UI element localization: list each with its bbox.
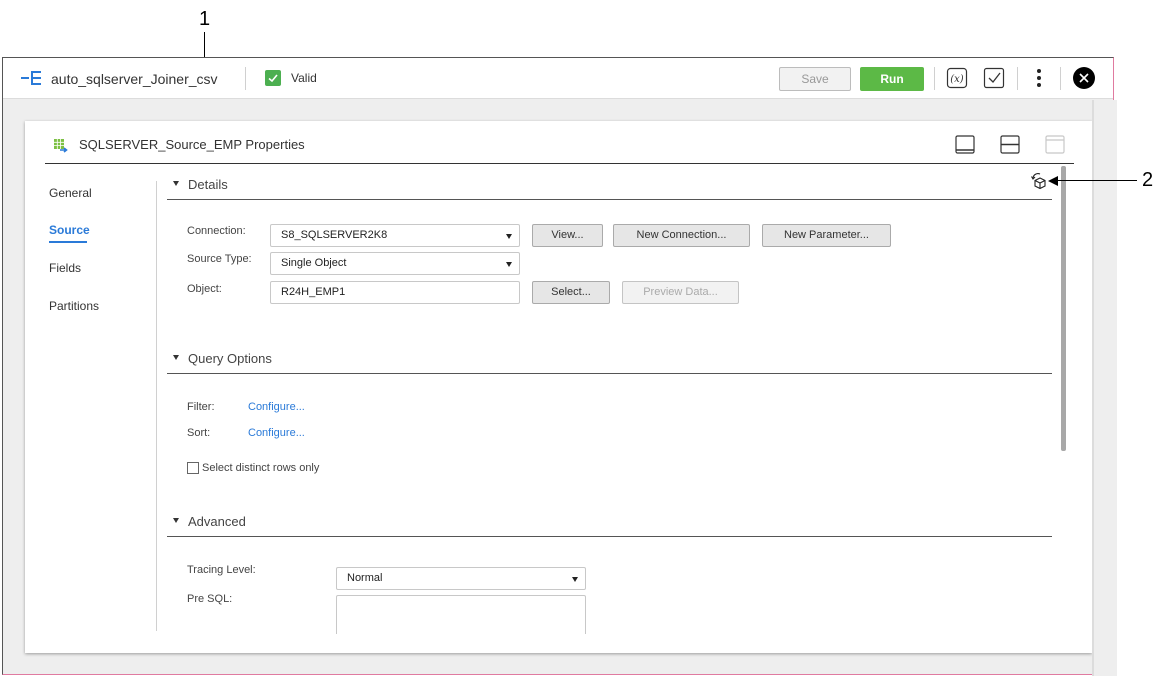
- view-button[interactable]: View...: [532, 224, 603, 247]
- caret-down-icon: [506, 234, 512, 239]
- separator: [245, 67, 246, 90]
- details-section-header[interactable]: Details: [167, 168, 1052, 200]
- connection-value: S8_SQLSERVER2K8: [281, 229, 388, 241]
- source-table-icon: [54, 139, 68, 153]
- app-window: auto_sqlserver_Joiner_csv Valid Save Run…: [2, 57, 1117, 676]
- pre-sql-label: Pre SQL:: [187, 593, 233, 605]
- callout-1-number: 1: [199, 8, 211, 30]
- select-object-button[interactable]: Select...: [532, 281, 610, 304]
- nav-item-partitions[interactable]: Partitions: [49, 299, 99, 313]
- new-parameter-button[interactable]: New Parameter...: [762, 224, 891, 247]
- object-field[interactable]: R24H_EMP1: [270, 281, 520, 304]
- connection-select[interactable]: S8_SQLSERVER2K8: [270, 224, 520, 247]
- object-label: Object:: [187, 283, 222, 295]
- separator: [1017, 67, 1018, 90]
- save-button[interactable]: Save: [779, 67, 851, 91]
- query-options-section-header[interactable]: Query Options: [167, 342, 1052, 374]
- dock-top-icon[interactable]: [1045, 135, 1065, 154]
- new-connection-button[interactable]: New Connection...: [613, 224, 750, 247]
- nav-divider: [156, 181, 157, 631]
- distinct-rows-label: Select distinct rows only: [202, 462, 320, 474]
- top-toolbar: auto_sqlserver_Joiner_csv Valid Save Run…: [3, 58, 1113, 99]
- caret-down-icon: [572, 577, 578, 582]
- separator: [934, 67, 935, 90]
- properties-panel: SQLSERVER_Source_EMP Properties General …: [25, 121, 1092, 653]
- nav-item-fields[interactable]: Fields: [49, 261, 81, 275]
- tracing-level-label: Tracing Level:: [187, 564, 256, 576]
- caret-down-icon: [173, 181, 179, 186]
- check-icon: [265, 70, 281, 86]
- mapping-title: auto_sqlserver_Joiner_csv: [51, 71, 218, 87]
- panel-title: SQLSERVER_Source_EMP Properties: [79, 137, 305, 152]
- reset-icon[interactable]: [1031, 172, 1049, 190]
- tracing-level-select[interactable]: Normal: [336, 567, 586, 590]
- nav-item-source[interactable]: Source: [49, 223, 90, 243]
- split-horizontal-icon[interactable]: [1000, 135, 1020, 154]
- advanced-section-header[interactable]: Advanced: [167, 505, 1052, 537]
- vertical-scrollbar[interactable]: [1061, 166, 1066, 451]
- parameters-icon[interactable]: (x): [946, 67, 968, 89]
- tracing-level-value: Normal: [347, 572, 383, 584]
- sort-label: Sort:: [187, 427, 211, 439]
- mapping-icon: [21, 71, 41, 85]
- pre-sql-textarea[interactable]: [336, 595, 586, 634]
- svg-text:(x): (x): [950, 74, 964, 85]
- caret-down-icon: [506, 262, 512, 267]
- query-options-title: Query Options: [188, 351, 272, 366]
- details-title: Details: [188, 177, 228, 192]
- preview-data-button[interactable]: Preview Data...: [622, 281, 739, 304]
- filter-configure-link[interactable]: Configure...: [248, 401, 305, 413]
- properties-content: Details Connection: S8_SQLSERVER2K8 View…: [167, 164, 1052, 634]
- active-tab-indicator: [49, 241, 87, 243]
- close-icon[interactable]: [1073, 67, 1095, 89]
- advanced-title: Advanced: [188, 514, 246, 529]
- nav-item-source-label: Source: [49, 223, 90, 237]
- validate-icon[interactable]: [983, 67, 1005, 89]
- source-type-label: Source Type:: [187, 253, 252, 265]
- callout-2-arrowhead: [1048, 176, 1058, 186]
- filter-label: Filter:: [187, 401, 215, 413]
- connection-label: Connection:: [187, 225, 246, 237]
- caret-down-icon: [173, 355, 179, 360]
- nav-item-general[interactable]: General: [49, 186, 92, 200]
- distinct-rows-checkbox[interactable]: [187, 462, 199, 474]
- more-icon[interactable]: [1028, 67, 1050, 89]
- right-gutter: [1092, 100, 1117, 676]
- callout-2-line: [1056, 180, 1137, 181]
- source-type-value: Single Object: [281, 257, 347, 269]
- caret-down-icon: [173, 518, 179, 523]
- callout-2-number: 2: [1142, 169, 1154, 191]
- separator: [1060, 67, 1061, 90]
- run-button[interactable]: Run: [860, 67, 924, 91]
- validation-status: Valid: [291, 71, 317, 85]
- dock-bottom-icon[interactable]: [955, 135, 975, 154]
- sort-configure-link[interactable]: Configure...: [248, 427, 305, 439]
- source-type-select[interactable]: Single Object: [270, 252, 520, 275]
